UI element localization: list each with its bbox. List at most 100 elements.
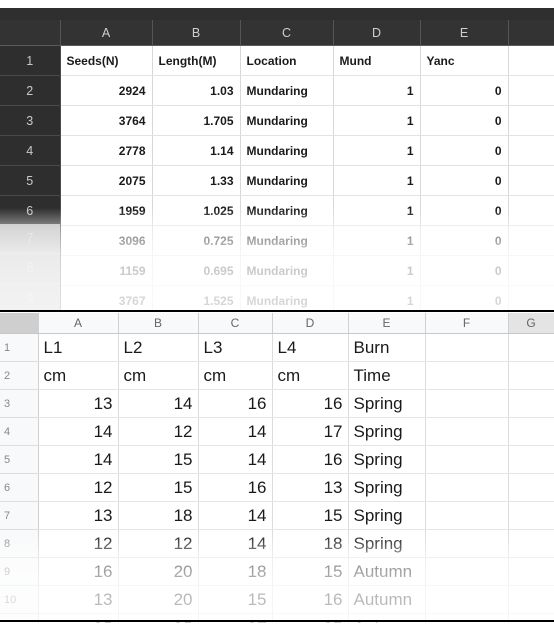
bottom-cell-b-10[interactable]: 20	[118, 585, 199, 614]
top-col-header-a[interactable]: A	[60, 20, 153, 46]
table-row[interactable]: 8 12 12 14 18 Spring	[0, 529, 554, 558]
bottom-cell-a-10[interactable]: 13	[38, 585, 119, 614]
table-row[interactable]: 2 cm cm cm cm Time	[0, 361, 554, 390]
table-row[interactable]: 5 14 15 14 16 Spring	[0, 445, 554, 474]
top-cell-blank[interactable]	[508, 105, 554, 136]
top-row-header[interactable]: 1	[0, 45, 61, 76]
top-cell-d-7[interactable]: 1	[333, 225, 421, 256]
top-cell-blank[interactable]	[508, 135, 554, 166]
bottom-cell-d-2[interactable]: cm	[272, 361, 349, 390]
top-cell-e-2[interactable]: 0	[420, 75, 509, 106]
bottom-cell-b-5[interactable]: 15	[118, 445, 199, 474]
top-cell-b-5[interactable]: 1.33	[152, 165, 241, 196]
bottom-cell-f-6[interactable]	[425, 473, 509, 502]
top-cell-a-3[interactable]: 3764	[60, 105, 153, 136]
bottom-cell-g-2[interactable]	[508, 361, 554, 390]
bottom-cell-c-3[interactable]: 16	[198, 389, 273, 418]
bottom-cell-e-6[interactable]: Spring	[348, 473, 426, 502]
top-cell-a-2[interactable]: 2924	[60, 75, 153, 106]
bottom-cell-b-7[interactable]: 18	[118, 501, 199, 530]
bottom-col-header-f[interactable]: F	[425, 313, 509, 334]
bottom-cell-a-5[interactable]: 14	[38, 445, 119, 474]
top-col-header-f[interactable]	[508, 20, 554, 46]
bottom-cell-g-4[interactable]	[508, 417, 554, 446]
top-cell-c-7[interactable]: Mundaring	[240, 225, 334, 256]
bottom-col-header-b[interactable]: B	[118, 313, 199, 334]
top-cell-a-8[interactable]: 1159	[60, 255, 153, 286]
bottom-cell-a-6[interactable]: 12	[38, 473, 119, 502]
top-cell-header-a[interactable]: Seeds(N)	[60, 45, 153, 76]
bottom-cell-f-7[interactable]	[425, 501, 509, 530]
top-cell-header-b[interactable]: Length(M)	[152, 45, 241, 76]
bottom-cell-e-2[interactable]: Time	[348, 361, 426, 390]
bottom-row-header[interactable]: 1	[0, 333, 39, 362]
bottom-cell-c-6[interactable]: 16	[198, 473, 273, 502]
top-cell-a-5[interactable]: 2075	[60, 165, 153, 196]
bottom-cell-b-9[interactable]: 20	[118, 557, 199, 586]
top-cell-b-6[interactable]: 1.025	[152, 195, 241, 226]
top-cell-a-4[interactable]: 2778	[60, 135, 153, 166]
bottom-cell-a-2[interactable]: cm	[38, 361, 119, 390]
bottom-cell-g-8[interactable]	[508, 529, 554, 558]
bottom-sheet-grid[interactable]: A B C D E F G 1 L1 L2 L3 L4 Burn 2 cm cm cm cm Time…	[0, 313, 554, 623]
table-row[interactable]: 3 13 14 16 16 Spring	[0, 389, 554, 418]
bottom-cell-f-9[interactable]	[425, 557, 509, 586]
top-cell-blank[interactable]	[508, 195, 554, 226]
bottom-cell-d-6[interactable]: 13	[272, 473, 349, 502]
bottom-spreadsheet[interactable]: A B C D E F G 1 L1 L2 L3 L4 Burn 2 cm cm cm cm Time…	[0, 313, 554, 623]
top-cell-header-d[interactable]: Mund	[333, 45, 421, 76]
top-cell-c-9[interactable]: Mundaring	[240, 285, 334, 311]
top-cell-d-4[interactable]: 1	[333, 135, 421, 166]
top-cell-a-9[interactable]: 3767	[60, 285, 153, 311]
bottom-row-header[interactable]: 10	[0, 585, 39, 614]
bottom-cell-d-1[interactable]: L4	[272, 333, 349, 362]
top-row-header[interactable]: 9	[0, 285, 61, 311]
top-cell-e-6[interactable]: 0	[420, 195, 509, 226]
bottom-cell-g-1[interactable]	[508, 333, 554, 362]
top-cell-d-6[interactable]: 1	[333, 195, 421, 226]
top-cell-header-e[interactable]: Yanc	[420, 45, 509, 76]
top-select-all-corner[interactable]	[0, 20, 61, 46]
bottom-cell-e-1[interactable]: Burn	[348, 333, 426, 362]
top-cell-e-7[interactable]: 0	[420, 225, 509, 256]
bottom-row-header[interactable]: 4	[0, 417, 39, 446]
table-row[interactable]: 3 3764 1.705 Mundaring 1 0	[0, 105, 554, 136]
top-cell-b-9[interactable]: 1.525	[152, 285, 241, 311]
top-cell-d-8[interactable]: 1	[333, 255, 421, 286]
bottom-cell-b-6[interactable]: 15	[118, 473, 199, 502]
bottom-cell-e-8[interactable]: Spring	[348, 529, 426, 558]
top-cell-blank[interactable]	[508, 75, 554, 106]
bottom-cell-g-3[interactable]	[508, 389, 554, 418]
bottom-cell-f-1[interactable]	[425, 333, 509, 362]
bottom-cell-b-1[interactable]: L2	[118, 333, 199, 362]
top-col-header-e[interactable]: E	[420, 20, 509, 46]
top-cell-blank[interactable]	[508, 165, 554, 196]
top-row-header[interactable]: 5	[0, 165, 61, 196]
top-cell-a-7[interactable]: 3096	[60, 225, 153, 256]
table-row[interactable]: 9 16 20 18 15 Autumn	[0, 557, 554, 586]
top-cell-c-4[interactable]: Mundaring	[240, 135, 334, 166]
bottom-cell-f-8[interactable]	[425, 529, 509, 558]
bottom-cell-a-9[interactable]: 16	[38, 557, 119, 586]
bottom-col-header-c[interactable]: C	[198, 313, 273, 334]
bottom-cell-c-8[interactable]: 14	[198, 529, 273, 558]
bottom-cell-b-8[interactable]: 12	[118, 529, 199, 558]
top-cell-b-3[interactable]: 1.705	[152, 105, 241, 136]
bottom-row-header[interactable]: 3	[0, 389, 39, 418]
bottom-cell-f-3[interactable]	[425, 389, 509, 418]
top-cell-e-4[interactable]: 0	[420, 135, 509, 166]
bottom-cell-c-4[interactable]: 14	[198, 417, 273, 446]
bottom-cell-d-7[interactable]: 15	[272, 501, 349, 530]
top-row-header[interactable]: 4	[0, 135, 61, 166]
top-cell-d-3[interactable]: 1	[333, 105, 421, 136]
top-cell-e-9[interactable]: 0	[420, 285, 509, 311]
bottom-row-header[interactable]: 6	[0, 473, 39, 502]
top-cell-b-7[interactable]: 0.725	[152, 225, 241, 256]
bottom-cell-f-5[interactable]	[425, 445, 509, 474]
bottom-cell-g-9[interactable]	[508, 557, 554, 586]
table-row[interactable]: 6 1959 1.025 Mundaring 1 0	[0, 195, 554, 226]
top-cell-e-5[interactable]: 0	[420, 165, 509, 196]
bottom-row-header[interactable]: 9	[0, 557, 39, 586]
bottom-cell-d-3[interactable]: 16	[272, 389, 349, 418]
bottom-cell-f-4[interactable]	[425, 417, 509, 446]
